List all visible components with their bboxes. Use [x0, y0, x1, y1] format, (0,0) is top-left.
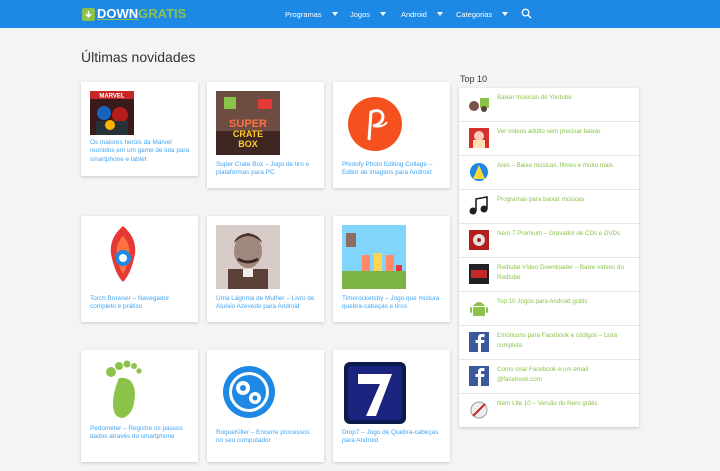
nav-categorias[interactable]: Categorias [456, 0, 509, 28]
nav-label: Android [401, 9, 427, 19]
top10-item[interactable]: Top 10 Jogos para Android grátis [459, 292, 639, 326]
post-card[interactable]: Drop7 – Jogo de Quebra-cabeças para Andr… [333, 350, 450, 462]
top10-label[interactable]: Top 10 Jogos para Android grátis [497, 297, 633, 307]
android-icon [467, 298, 491, 318]
nero-lite-icon [467, 400, 491, 420]
top10-label[interactable]: Programas para baixar músicas [497, 195, 633, 205]
chevron-down-icon [331, 12, 338, 16]
post-caption[interactable]: Uma Lágrima de Mulher – Livro de Aluísio… [216, 295, 318, 312]
top10-label[interactable]: Como criar Facebook e um email @facebook… [497, 365, 633, 384]
post-card[interactable]: SUPER CRATE BOX Super Crate Box – Jogo d… [207, 82, 324, 188]
post-card[interactable]: Torch Browser – Navegador completo e prá… [81, 216, 198, 322]
post-card[interactable]: MARVEL Os maiores heróis da Marvel reuni… [81, 82, 198, 176]
top10-item[interactable]: Emoticons para Facebook e códigos – List… [459, 326, 639, 360]
search-icon[interactable] [521, 8, 532, 19]
redtube-icon [467, 264, 491, 284]
top10-label[interactable]: Emoticons para Facebook e códigos – List… [497, 331, 633, 350]
chevron-down-icon [436, 12, 443, 16]
svg-text:MARVEL: MARVEL [99, 94, 125, 100]
site-logo[interactable]: DOWN GRATIS [82, 7, 186, 21]
logo-text-gratis: GRATIS [138, 6, 187, 21]
post-caption[interactable]: Torch Browser – Navegador completo e prá… [90, 295, 192, 312]
top10-item[interactable]: Redtube Vídeo Downloader – Baixe vídeos … [459, 258, 639, 292]
ares-icon [467, 162, 491, 182]
top10-label[interactable]: Ares – Baixe músicas, filmes e muito mai… [497, 161, 633, 171]
top10-item[interactable]: Nero 7 Premium – Gravador de CDs e DVDs [459, 224, 639, 258]
post-caption[interactable]: Pedometer – Registre os passos dados atr… [90, 425, 192, 442]
torch-browser-icon [101, 224, 145, 284]
top10-item[interactable]: Nero Lite 10 – Versão do Nero grátis [459, 394, 639, 427]
nav-label: Programas [285, 9, 322, 19]
timerocketsby-icon [342, 225, 406, 289]
post-card[interactable]: Uma Lágrima de Mulher – Livro de Aluísio… [207, 216, 324, 322]
post-card[interactable]: Photofy Photo Editing Collage – Editor d… [333, 82, 450, 188]
drop7-icon [342, 360, 408, 426]
svg-text:BOX: BOX [238, 139, 258, 149]
post-caption[interactable]: Os maiores heróis da Marvel reunidos em … [90, 139, 192, 164]
post-card[interactable]: Timerocketsby – Jogo que mistura quebra-… [333, 216, 450, 322]
post-card[interactable]: Pedometer – Registre os passos dados atr… [81, 350, 198, 462]
top10-item[interactable]: Ares – Baixe músicas, filmes e muito mai… [459, 156, 639, 190]
nav-android[interactable]: Android [401, 0, 443, 28]
photofy-icon [347, 96, 403, 152]
marvel-heroes-icon: MARVEL [90, 91, 134, 135]
top10-panel: Baixar músicas do Youtube Ver vídeos adu… [459, 88, 639, 427]
top10-item[interactable]: Ver vídeos adulto sem precisar baixar [459, 122, 639, 156]
logo-text-down: DOWN [97, 6, 139, 21]
nav-jogos[interactable]: Jogos [350, 0, 387, 28]
top10-label[interactable]: Nero Lite 10 – Versão do Nero grátis [497, 399, 633, 409]
download-logo-icon [82, 7, 95, 21]
top10-item[interactable]: Como criar Facebook e um email @facebook… [459, 360, 639, 394]
nero7-icon [467, 230, 491, 250]
svg-text:CRATE: CRATE [233, 129, 263, 139]
top10-label[interactable]: Ver vídeos adulto sem precisar baixar [497, 127, 633, 137]
gears-icon [221, 364, 277, 420]
chevron-down-icon [380, 12, 387, 16]
music-download-icon [467, 94, 491, 114]
nav-label: Jogos [350, 9, 371, 19]
top10-item[interactable]: Programas para baixar músicas [459, 190, 639, 224]
footprint-icon [97, 358, 149, 420]
post-caption[interactable]: Photofy Photo Editing Collage – Editor d… [342, 161, 444, 178]
music-notes-icon [467, 196, 491, 216]
post-caption[interactable]: Timerocketsby – Jogo que mistura quebra-… [342, 295, 444, 312]
post-card[interactable]: RogueKiller – Encerre processos no seu c… [207, 350, 324, 462]
post-caption[interactable]: RogueKiller – Encerre processos no seu c… [216, 429, 318, 446]
top-navbar: DOWN GRATIS Programas Jogos Android Cate… [0, 0, 720, 28]
post-caption[interactable]: Super Crate Box – Jogo de tiro e platafo… [216, 161, 318, 178]
adult-video-icon [467, 128, 491, 148]
nav-programas[interactable]: Programas [285, 0, 338, 28]
chevron-down-icon [502, 12, 509, 16]
top10-item[interactable]: Baixar músicas do Youtube [459, 88, 639, 122]
facebook-icon [467, 332, 491, 352]
top10-label[interactable]: Nero 7 Premium – Gravador de CDs e DVDs [497, 229, 633, 239]
top10-label[interactable]: Redtube Vídeo Downloader – Baixe vídeos … [497, 263, 633, 282]
nav-label: Categorias [456, 9, 493, 19]
sidebar-title: Top 10 [460, 74, 488, 84]
facebook-icon [467, 366, 491, 386]
author-portrait-icon [216, 225, 280, 289]
post-caption[interactable]: Drop7 – Jogo de Quebra-cabeças para Andr… [342, 429, 444, 446]
page-title: Últimas novidades [81, 49, 196, 65]
super-crate-box-icon: SUPER CRATE BOX [216, 91, 280, 155]
top10-label[interactable]: Baixar músicas do Youtube [497, 93, 633, 103]
